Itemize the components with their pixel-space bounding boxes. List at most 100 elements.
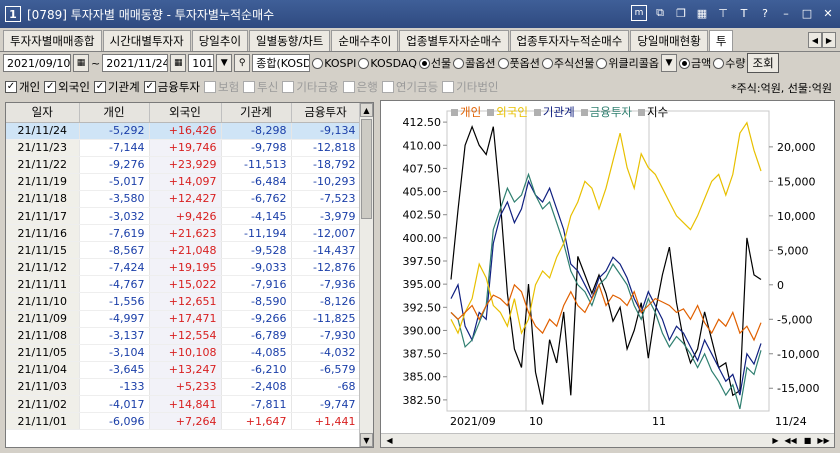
- scroll-down-icon[interactable]: ▼: [360, 433, 373, 447]
- table-row[interactable]: 21/11/16 -7,619 +21,623 -11,194 -12,007: [6, 224, 361, 243]
- radio-put-option[interactable]: 풋옵션: [497, 55, 540, 71]
- m-icon[interactable]: m: [631, 5, 647, 21]
- tab-net-buy-trend[interactable]: 순매수추이: [331, 30, 399, 51]
- cell-foreign: +17,471: [149, 310, 222, 328]
- table-row[interactable]: 21/11/01 -6,096 +7,264 +1,647 +1,441: [6, 412, 361, 431]
- table-row[interactable]: 21/11/03 -133 +5,233 -2,408 -68: [6, 378, 361, 397]
- table-row[interactable]: 21/11/24 -5,292 +16,426 -8,298 -9,134: [6, 122, 361, 140]
- radio-call-option[interactable]: 콜옵션: [453, 55, 496, 71]
- start-date-field[interactable]: 2021/09/10: [3, 54, 71, 72]
- tab-sector-cumulative[interactable]: 업종투자자누적순매수: [509, 30, 630, 51]
- cell-foreign: +12,427: [149, 190, 222, 208]
- stop-icon[interactable]: ■: [801, 435, 814, 446]
- radio-weekly-call[interactable]: 위클리콜옵: [596, 55, 659, 71]
- cell-individual: -6,096: [79, 412, 150, 431]
- rewind-icon[interactable]: ◀◀: [784, 435, 797, 446]
- cell-individual: -5,017: [79, 173, 150, 191]
- end-date-field[interactable]: 2021/11/24: [102, 54, 169, 72]
- table-row[interactable]: 21/11/02 -4,017 +14,841 -7,811 -9,747: [6, 395, 361, 414]
- close-icon[interactable]: ✕: [820, 5, 836, 21]
- header-institution[interactable]: 기관계: [221, 103, 292, 123]
- left-tick-label: 382.50: [403, 394, 442, 407]
- radio-kosdaq[interactable]: KOSDAQ: [358, 57, 417, 70]
- calendar-icon[interactable]: ▦: [170, 54, 187, 72]
- table-row[interactable]: 21/11/04 -3,645 +13,247 -6,210 -6,579: [6, 361, 361, 379]
- forward-icon[interactable]: ▶▶: [817, 435, 830, 446]
- cell-date: 21/11/08: [6, 327, 80, 345]
- table-row[interactable]: 21/11/05 -3,104 +10,108 -4,085 -4,032: [6, 344, 361, 362]
- tab-next-icon[interactable]: ▶: [822, 32, 836, 48]
- check-icon: ✓: [93, 81, 106, 93]
- tab-sector-net-buy[interactable]: 업종별투자자순매수: [399, 30, 509, 51]
- radio-amount[interactable]: 금액: [678, 55, 711, 71]
- checkbox-foreign[interactable]: ✓ 외국인: [44, 79, 90, 95]
- checkbox-individual[interactable]: ✓ 개인: [5, 79, 40, 95]
- radio-futures[interactable]: 선물: [418, 55, 451, 71]
- radio-quantity[interactable]: 수량: [713, 55, 745, 71]
- maximize-icon[interactable]: □: [799, 5, 815, 21]
- tab-prev-icon[interactable]: ◀: [808, 32, 822, 48]
- table-row[interactable]: 21/11/19 -5,017 +14,097 -6,484 -10,293: [6, 173, 361, 191]
- cell-foreign: +16,426: [149, 122, 222, 140]
- chart-scrollbar[interactable]: ◀ ▶ ◀◀ ■ ▶▶: [381, 433, 834, 447]
- scroll-left-icon[interactable]: ◀: [383, 435, 396, 446]
- cell-financial: -6,579: [291, 361, 361, 379]
- table-row[interactable]: 21/11/18 -3,580 +12,427 -6,762 -7,523: [6, 190, 361, 208]
- scroll-right-icon[interactable]: ▶: [769, 435, 782, 446]
- market-select[interactable]: 종합(KOSD: [252, 54, 311, 72]
- header-financial[interactable]: 금융투자: [291, 103, 361, 123]
- restore-icon[interactable]: ⧉: [652, 5, 668, 21]
- table-row[interactable]: 21/11/22 -9,276 +23,929 -11,513 -18,792: [6, 156, 361, 174]
- checkbox-institution[interactable]: ✓ 기관계: [93, 79, 140, 95]
- scroll-up-icon[interactable]: ▲: [360, 103, 373, 117]
- cell-institution: -8,590: [221, 292, 292, 311]
- search-icon[interactable]: ⚲: [234, 54, 251, 72]
- table-row[interactable]: 21/11/23 -7,144 +19,746 -9,798 -12,818: [6, 139, 361, 157]
- left-tick-label: 392.50: [403, 301, 442, 314]
- cell-date: 21/11/12: [6, 258, 80, 277]
- tile-icon[interactable]: ▦: [694, 5, 710, 21]
- table-row[interactable]: 21/11/09 -4,997 +17,471 -9,266 -11,825: [6, 310, 361, 328]
- chevron-down-icon[interactable]: ▼: [216, 54, 233, 72]
- table-row[interactable]: 21/11/11 -4,767 +15,022 -7,916 -7,936: [6, 275, 361, 294]
- checkbox-bank: 은행: [342, 79, 378, 95]
- table-row[interactable]: 21/11/08 -3,137 +12,554 -6,789 -7,930: [6, 327, 361, 345]
- left-tick-label: 385.00: [403, 371, 442, 384]
- tab-daily-chart[interactable]: 일별동향/차트: [249, 30, 331, 51]
- cell-individual: -4,017: [79, 395, 150, 414]
- query-button[interactable]: 조회: [747, 53, 779, 73]
- header-foreign[interactable]: 외국인: [149, 103, 222, 123]
- chevron-down-icon[interactable]: ▼: [660, 54, 677, 72]
- copy-icon[interactable]: ❐: [673, 5, 689, 21]
- radio-kospi[interactable]: KOSPI: [312, 57, 356, 70]
- table-row[interactable]: 21/11/10 -1,556 +12,651 -8,590 -8,126: [6, 292, 361, 311]
- scroll-thumb[interactable]: [361, 119, 372, 219]
- header-individual[interactable]: 개인: [79, 103, 150, 123]
- table-scrollbar[interactable]: ▲ ▼: [359, 103, 373, 447]
- check-icon: ✓: [5, 81, 17, 93]
- header-date[interactable]: 일자: [6, 103, 80, 123]
- cell-foreign: +7,264: [149, 412, 222, 431]
- table-row[interactable]: 21/11/17 -3,032 +9,426 -4,145 -3,979: [6, 207, 361, 226]
- table-row[interactable]: 21/11/12 -7,424 +19,195 -9,033 -12,876: [6, 258, 361, 277]
- radio-stock-futures[interactable]: 주식선물: [541, 55, 594, 71]
- cell-date: 21/11/03: [6, 378, 80, 397]
- table-row[interactable]: 21/11/15 -8,567 +21,048 -9,528 -14,437: [6, 241, 361, 260]
- pin-icon[interactable]: ⊤: [715, 5, 731, 21]
- checkbox-pension: 연기금등: [381, 79, 438, 95]
- tab-daily-trading[interactable]: 당일매매현황: [630, 30, 708, 51]
- legend-label: 외국인: [496, 105, 528, 119]
- cell-foreign: +19,195: [149, 258, 222, 277]
- count-field[interactable]: 101: [188, 54, 215, 72]
- tab-time-investor[interactable]: 시간대별투자자: [102, 30, 191, 51]
- tab-daily-trend[interactable]: 당일추이: [191, 30, 249, 51]
- checkbox-financial[interactable]: ✓ 금융투자: [143, 79, 200, 95]
- minimize-icon[interactable]: –: [778, 5, 794, 21]
- calendar-icon[interactable]: ▦: [73, 54, 89, 72]
- cell-institution: -2,408: [221, 378, 292, 397]
- tab-investor-summary[interactable]: 투자자별매매종합: [3, 30, 102, 51]
- tab-investor-cumulative[interactable]: 투: [708, 30, 734, 51]
- help-icon[interactable]: ?: [757, 5, 773, 21]
- text-icon[interactable]: T: [736, 5, 752, 21]
- cell-institution: -6,210: [221, 361, 292, 379]
